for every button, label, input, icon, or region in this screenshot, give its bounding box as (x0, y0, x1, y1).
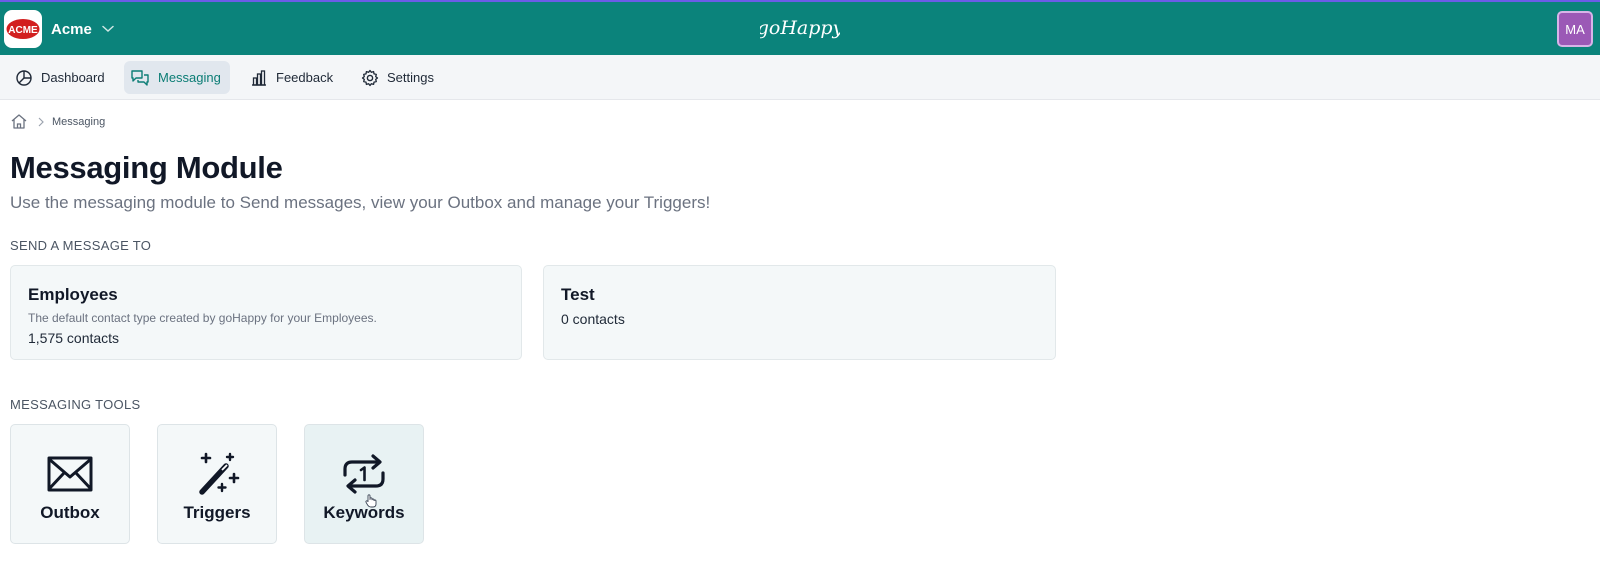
nav-feedback-label: Feedback (276, 70, 334, 85)
top-bar: ACME Acme goHappy MA (0, 0, 1600, 55)
org-name: Acme (51, 20, 92, 38)
send-section-label: SEND A MESSAGE TO (10, 238, 152, 253)
nav-settings[interactable]: Settings (355, 61, 443, 94)
nav-settings-label: Settings (387, 70, 434, 85)
chat-bubbles-icon (131, 69, 149, 86)
chevron-right-icon (38, 117, 44, 127)
nav-feedback[interactable]: Feedback (244, 61, 342, 94)
tools-section-label: MESSAGING TOOLS (10, 397, 141, 412)
nav-dashboard-label: Dashboard (41, 70, 105, 85)
page-subtitle: Use the messaging module to Send message… (10, 193, 711, 212)
page-title: Messaging Module (10, 150, 283, 185)
contact-card-name: Employees (28, 285, 118, 304)
contact-card-employees[interactable]: Employees The default contact type creat… (10, 265, 522, 360)
envelope-icon (47, 453, 93, 495)
contact-card-count: 0 contacts (561, 311, 625, 327)
tool-keywords[interactable]: Keywords (304, 424, 424, 544)
org-switcher[interactable]: ACME Acme (4, 10, 114, 48)
repeat-one-icon (341, 453, 387, 495)
tool-label: Outbox (40, 503, 100, 522)
acme-logo: ACME (4, 10, 42, 48)
bar-chart-icon (252, 69, 266, 86)
gohappy-logo: goHappy (757, 12, 844, 44)
avatar[interactable]: MA (1557, 11, 1593, 47)
contact-card-description: The default contact type created by goHa… (28, 311, 377, 325)
chevron-down-icon[interactable] (102, 25, 114, 33)
tool-label: Keywords (323, 503, 405, 522)
gear-icon (361, 69, 379, 86)
org-logo-text: ACME (8, 25, 38, 36)
breadcrumb: Messaging (10, 113, 105, 130)
contact-card-name: Test (561, 285, 595, 304)
hand-cursor-icon (365, 494, 377, 513)
tool-triggers[interactable]: Triggers (157, 424, 277, 544)
main-nav: Dashboard Messaging Feedback Settings (0, 55, 1600, 100)
tool-outbox[interactable]: Outbox (10, 424, 130, 544)
magic-wand-icon (194, 452, 240, 495)
home-icon[interactable] (10, 113, 28, 130)
nav-messaging-label: Messaging (158, 70, 221, 85)
contact-card-test[interactable]: Test 0 contacts (543, 265, 1056, 360)
brand-text: goHappy (760, 17, 840, 39)
nav-messaging[interactable]: Messaging (124, 61, 230, 94)
breadcrumb-current: Messaging (52, 115, 106, 128)
pie-chart-icon (16, 69, 32, 86)
nav-dashboard[interactable]: Dashboard (9, 61, 114, 94)
contact-card-count: 1,575 contacts (28, 330, 120, 346)
tool-label: Triggers (183, 503, 251, 522)
